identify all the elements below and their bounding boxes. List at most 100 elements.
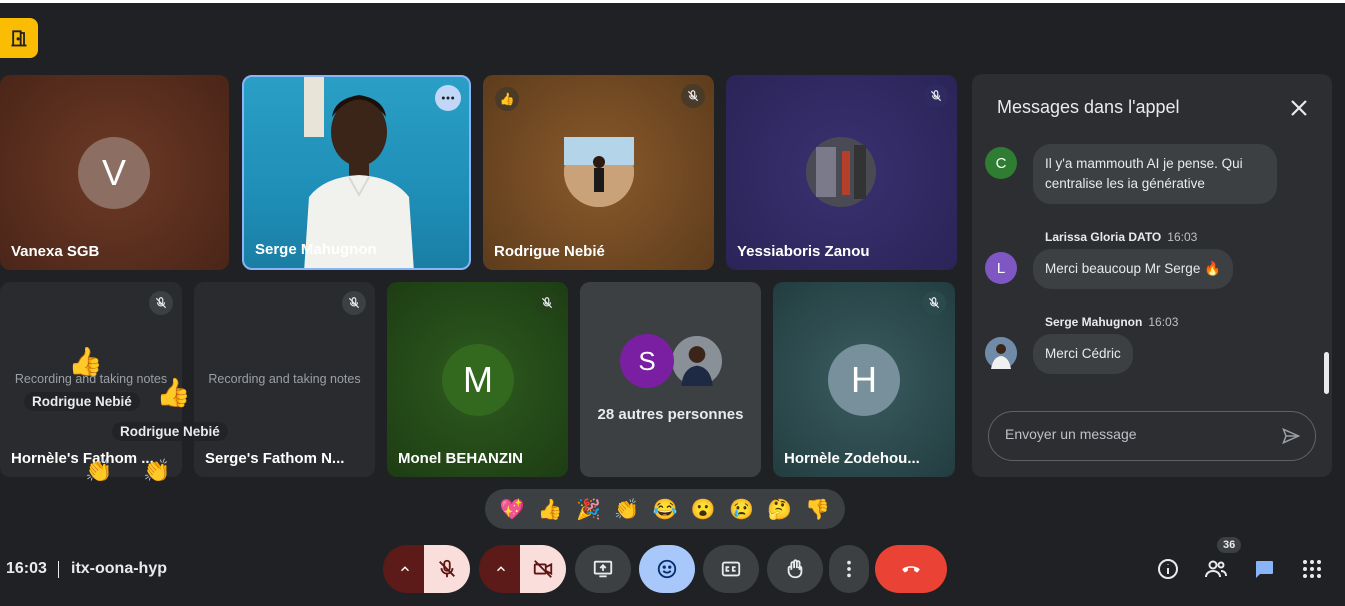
reaction-thinking[interactable]: 🤔 [762,493,798,525]
video-options-button[interactable] [479,545,523,593]
participant-tile-serge-fathom[interactable]: Recording and taking notes Serge's Fatho… [194,282,375,477]
reactions-button[interactable] [639,545,695,593]
more-vert-icon [847,560,851,578]
leave-call-button[interactable] [875,545,947,593]
meeting-time: 16:03 [6,560,47,577]
hang-up-icon [902,566,920,573]
reaction-heart[interactable]: 💖 [494,493,530,525]
divider [58,561,59,578]
chevron-up-icon [497,566,505,572]
avatar [670,334,724,388]
reaction-sad[interactable]: 😢 [723,493,759,525]
avatar [564,137,634,207]
chat-scrollbar[interactable] [1324,352,1329,394]
avatar: H [828,344,900,416]
present-icon [593,560,613,578]
mic-off-icon [535,291,559,315]
chat-icon[interactable] [1251,556,1277,582]
reaction-surprised[interactable]: 😮 [685,493,721,525]
others-count-label: 28 autres personnes [597,406,744,423]
thumbs-up-icon: 👍 [495,87,519,111]
send-icon[interactable] [1281,426,1301,446]
avatar: L [985,252,1017,284]
floating-reaction-name: Rodrigue Nebié [24,392,140,411]
reaction-thumbs-up[interactable]: 👍 [532,493,568,525]
chat-time: 16:03 [1167,230,1198,244]
participant-name: Serge's Fathom N... [205,450,345,467]
participant-name: Hornèle Zodehou... [784,450,920,467]
chat-input-box [988,411,1316,461]
mic-off-icon [924,84,948,108]
chat-message: Merci Cédric [1033,334,1133,374]
chat-title: Messages dans l'appel [997,97,1180,117]
participant-tile-rodrigue[interactable]: 👍 Rodrigue Nebié [483,75,714,270]
chat-message: Il y'a mammouth AI je pense. Qui central… [1033,144,1277,204]
participant-name: Hornèle's Fathom ... [11,450,154,467]
participant-name: Vanexa SGB [11,243,100,260]
captions-button[interactable] [703,545,759,593]
meeting-info-icon[interactable] [1155,556,1181,582]
captions-icon [721,561,741,577]
mic-off-icon [922,291,946,315]
reaction-thumbs-down[interactable]: 👎 [800,493,836,525]
people-icon[interactable] [1203,556,1229,582]
floating-reaction-name: Rodrigue Nebié [112,422,228,441]
chat-message-text: Merci Cédric [1045,346,1121,361]
avatar: V [78,137,150,209]
mic-off-icon [681,84,705,108]
avatar [806,137,876,207]
participant-tile-vanexa[interactable]: V Vanexa SGB [0,75,229,270]
participant-name: Serge Mahugnon [255,241,377,258]
reaction-party[interactable]: 🎉 [571,493,607,525]
chat-sender-name: Larissa Gloria DATO [1045,230,1162,244]
close-icon[interactable] [1287,96,1311,120]
present-screen-button[interactable] [575,545,631,593]
camera-toggle-button[interactable] [520,545,566,593]
participant-name: Rodrigue Nebié [494,243,605,260]
camera-off-icon [533,560,553,578]
participant-tile-yessiaboris[interactable]: Yessiaboris Zanou [726,75,957,270]
participant-tile-serge[interactable]: Serge Mahugnon [242,75,471,270]
participant-name: Monel BEHANZIN [398,450,523,467]
activities-grid-icon[interactable] [1299,556,1325,582]
more-options-button[interactable] [829,545,869,593]
chat-message: Merci beaucoup Mr Serge 🔥 [1033,249,1233,289]
participant-tile-hornele-fathom[interactable]: Recording and taking notes Hornèle's Fat… [0,282,182,477]
chat-sender-name: Serge Mahugnon [1045,315,1143,329]
avatar: C [985,147,1017,179]
chat-message-text: Merci beaucoup Mr Serge 🔥 [1045,261,1221,276]
participant-name: Yessiaboris Zanou [737,243,870,260]
avatar: S [620,334,674,388]
door-exit-icon[interactable] [0,18,38,58]
reaction-laugh[interactable]: 😂 [647,493,683,525]
chat-sender: Serge Mahugnon 16:03 [1045,315,1178,329]
recording-notes-text: Recording and taking notes [208,372,361,386]
mic-off-icon [342,291,366,315]
chat-time: 16:03 [1148,315,1179,329]
mic-off-icon [149,291,173,315]
mic-toggle-button[interactable] [424,545,470,593]
reactions-bar: 💖 👍 🎉 👏 😂 😮 😢 🤔 👎 [485,489,845,529]
participant-tile-monel[interactable]: M Monel BEHANZIN [387,282,568,477]
floating-clap-emoji: 👏 [85,458,113,483]
avatar [985,337,1017,369]
reaction-clap[interactable]: 👏 [609,493,645,525]
audio-options-button[interactable] [383,545,427,593]
chat-panel: Messages dans l'appel C Il y'a mammouth … [972,74,1332,477]
raise-hand-button[interactable] [767,545,823,593]
top-edge-line [0,0,1345,3]
chevron-up-icon [401,566,409,572]
mic-off-icon [439,559,455,578]
emoji-icon [657,559,677,579]
participant-tile-others[interactable]: S 28 autres personnes [580,282,761,477]
chat-message-input[interactable] [1005,426,1265,442]
chat-message-text: Il y'a mammouth AI je pense. Qui [1045,156,1243,171]
floating-reaction-emoji: 👍 [156,377,191,408]
hand-icon [787,559,803,579]
floating-reaction-emoji: 👍 [68,346,103,377]
more-options-icon[interactable] [435,85,461,111]
participant-tile-hornele-zodehou[interactable]: H Hornèle Zodehou... [773,282,955,477]
chat-message-text: centralise les ia générative [1045,176,1205,191]
avatar: M [442,344,514,416]
meeting-code: itx-oona-hyp [71,560,167,577]
